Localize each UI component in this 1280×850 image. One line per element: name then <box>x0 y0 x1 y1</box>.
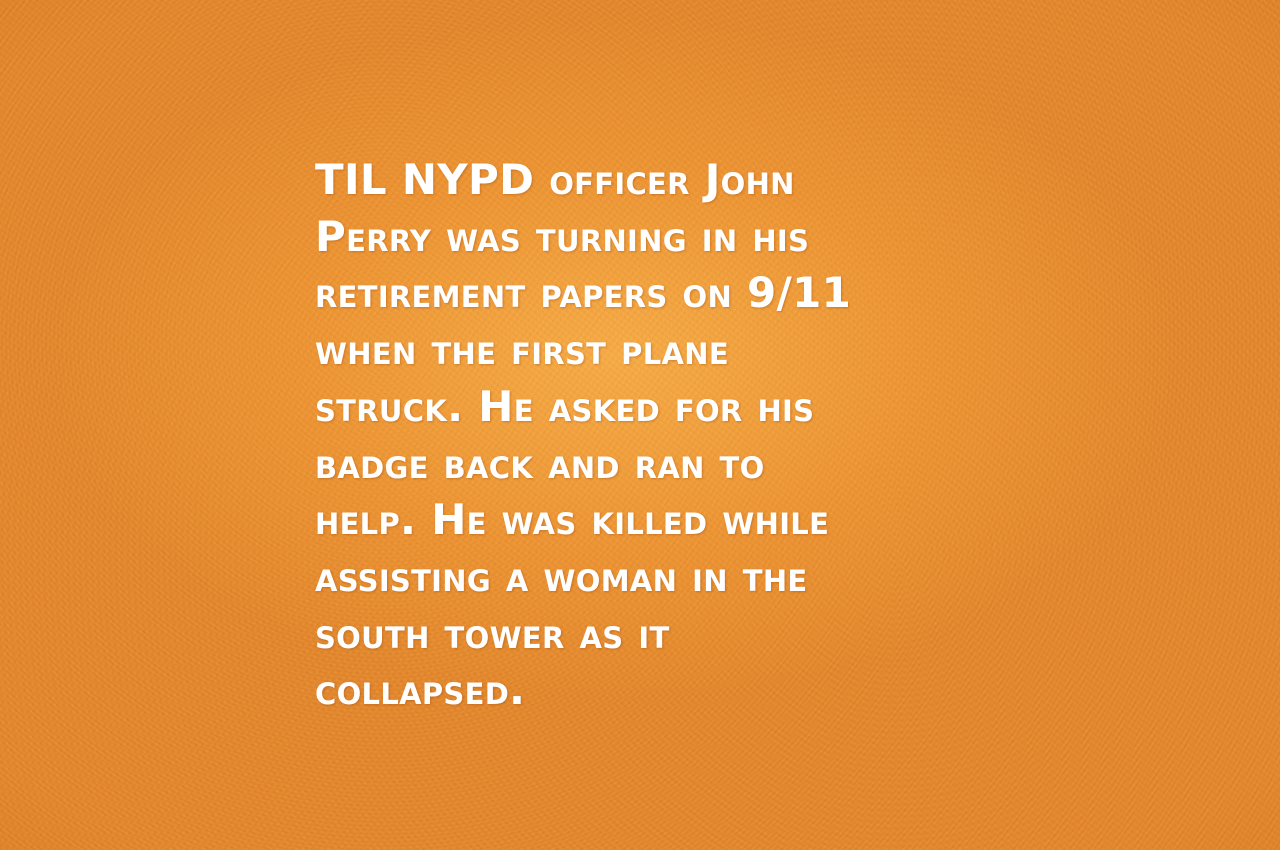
quote-line: badge back and ran to <box>315 438 765 488</box>
quote-line: south tower as it <box>315 608 670 658</box>
quote-line: collapsed. <box>315 665 526 715</box>
quote-line: Perry was turning in his <box>315 211 810 261</box>
quote-line: retirement papers on 9/11 <box>315 268 852 318</box>
quote-line: assisting a woman in the <box>315 551 808 601</box>
quote-line: help. He was killed while <box>315 495 830 545</box>
quote-text: TIL NYPD officer John Perry was turning … <box>315 152 1015 719</box>
quote-line: struck. He asked for his <box>315 381 815 431</box>
quote-line: when the first plane <box>315 325 729 375</box>
quote-line: TIL NYPD officer John <box>315 155 795 204</box>
